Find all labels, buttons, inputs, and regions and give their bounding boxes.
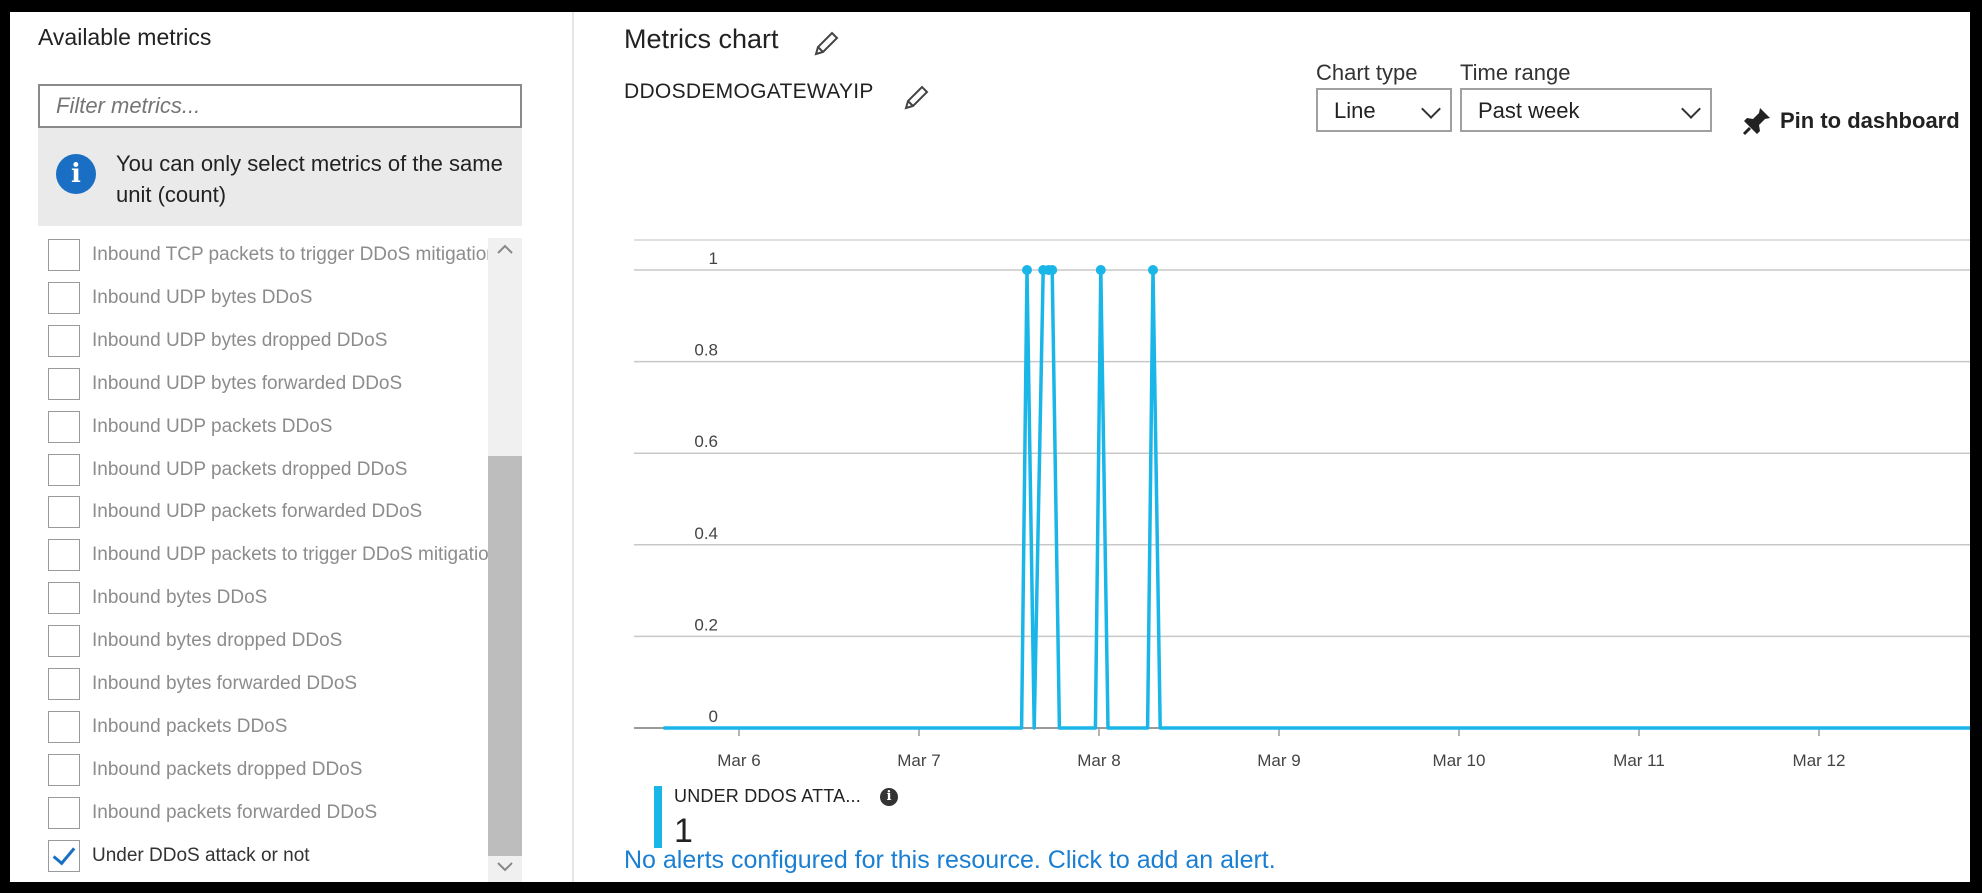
metric-label: Inbound UDP packets DDoS [92,415,333,437]
x-tick-label: Mar 8 [1077,751,1120,770]
data-point [1148,265,1158,275]
x-tick-label: Mar 7 [897,751,940,770]
metric-list-item[interactable]: Inbound UDP bytes dropped DDoS [38,324,500,358]
data-point [1095,265,1106,275]
x-tick-label: Mar 9 [1257,751,1300,770]
y-tick-label: 0.2 [694,615,718,634]
checkbox[interactable] [48,367,80,400]
metric-label: Inbound bytes forwarded DDoS [92,673,358,694]
checkbox[interactable] [48,753,80,786]
metric-label: Inbound UDP packets forwarded DDoS [92,501,423,523]
x-tick-label: Mar 6 [717,751,760,770]
series-line [663,268,1970,730]
checkbox[interactable] [48,324,80,357]
y-tick-label: 1 [709,249,718,268]
metric-label: Inbound packets dropped DDoS [92,758,363,780]
metric-label: Inbound packets DDoS [92,715,288,737]
data-point [1047,265,1058,275]
info-icon: i [56,154,96,194]
checkbox-checked[interactable] [48,839,80,872]
info-banner-text: You can only select metrics of the same … [116,151,503,207]
metric-list-item[interactable]: Inbound UDP packets to trigger DDoS miti… [38,538,500,572]
x-tick-label: Mar 10 [1433,751,1486,770]
checkbox[interactable] [48,796,80,829]
y-tick-label: 0.6 [694,432,718,451]
metric-list-item[interactable]: Inbound bytes DDoS [38,581,500,615]
metric-label: Inbound TCP packets to trigger DDoS miti… [92,244,492,265]
metric-list-item[interactable]: Under DDoS attack or not [38,839,500,873]
checkbox[interactable] [48,453,80,486]
x-tick-label: Mar 12 [1793,751,1846,770]
checkbox[interactable] [48,239,80,271]
metrics-line-chart: 0 0.2 0.4 0.6 0.8 1 Mar 6 Mar 7 Mar 8 Mar 9 Mar 10… [634,239,1970,770]
metric-list-item[interactable]: Inbound UDP packets dropped DDoS [38,453,500,487]
y-tick-label: 0.4 [694,524,718,543]
metric-label: Under DDoS attack or not [92,844,310,866]
scroll-down-icon[interactable] [488,858,522,884]
metric-list-item[interactable]: Inbound packets DDoS [38,710,500,744]
checkbox[interactable] [48,281,80,314]
metric-list-item[interactable]: Inbound UDP bytes forwarded DDoS [38,367,500,401]
metric-list-item[interactable]: Inbound bytes forwarded DDoS [38,667,500,701]
metric-label: Inbound UDP bytes dropped DDoS [92,329,388,351]
y-tick-label: 0 [709,707,718,726]
metric-list-item[interactable]: Inbound UDP packets DDoS [38,410,500,444]
checkbox[interactable] [48,539,80,572]
metric-label: Inbound bytes dropped DDoS [92,630,343,652]
metric-label: Inbound UDP packets dropped DDoS [92,458,408,480]
app-frame: Available metrics i You can only select … [10,12,1970,882]
legend-series-name: UNDER DDOS ATTA... [674,786,861,806]
checkbox[interactable] [48,496,80,529]
x-tick-label: Mar 11 [1613,751,1665,770]
metrics-list: Inbound TCP packets to trigger DDoS miti… [38,238,500,890]
legend-color-bar [654,786,662,848]
metric-list-item[interactable]: Inbound UDP packets forwarded DDoS [38,495,500,529]
metric-list-item[interactable]: Inbound UDP bytes DDoS [38,281,500,315]
metric-list-item[interactable]: Inbound TCP packets to trigger DDoS miti… [38,238,500,272]
scroll-up-icon[interactable] [488,240,522,266]
panel-title: Available metrics [38,24,212,50]
checkbox[interactable] [48,410,80,443]
metric-label: Inbound UDP bytes DDoS [92,286,313,308]
checkbox[interactable] [48,710,80,743]
available-metrics-panel: Available metrics i You can only select … [10,12,572,882]
metric-list-item[interactable]: Inbound packets forwarded DDoS [38,796,500,830]
checkbox[interactable] [48,625,80,658]
metric-label: Inbound UDP bytes forwarded DDoS [92,372,403,394]
data-point [1022,265,1032,275]
y-tick-label: 0.8 [694,341,718,360]
metric-list-item[interactable]: Inbound packets dropped DDoS [38,753,500,787]
scrollbar-thumb[interactable] [488,456,522,856]
metric-list-item[interactable]: Inbound bytes dropped DDoS [38,624,500,658]
metrics-chart-panel: Metrics chart DDOSDEMOGATEWAYIP Chart ty… [574,12,1970,882]
legend-info-icon[interactable]: i [880,788,898,806]
metric-label: Inbound UDP packets to trigger DDoS miti… [92,544,492,566]
filter-metrics-input[interactable] [38,84,522,128]
checkbox[interactable] [48,582,80,615]
add-alert-link[interactable]: No alerts configured for this resource. … [624,846,1276,875]
checkbox[interactable] [48,668,80,700]
info-banner: i You can only select metrics of the sam… [38,128,522,226]
metric-label: Inbound packets forwarded DDoS [92,801,378,823]
metric-label: Inbound bytes DDoS [92,587,268,609]
